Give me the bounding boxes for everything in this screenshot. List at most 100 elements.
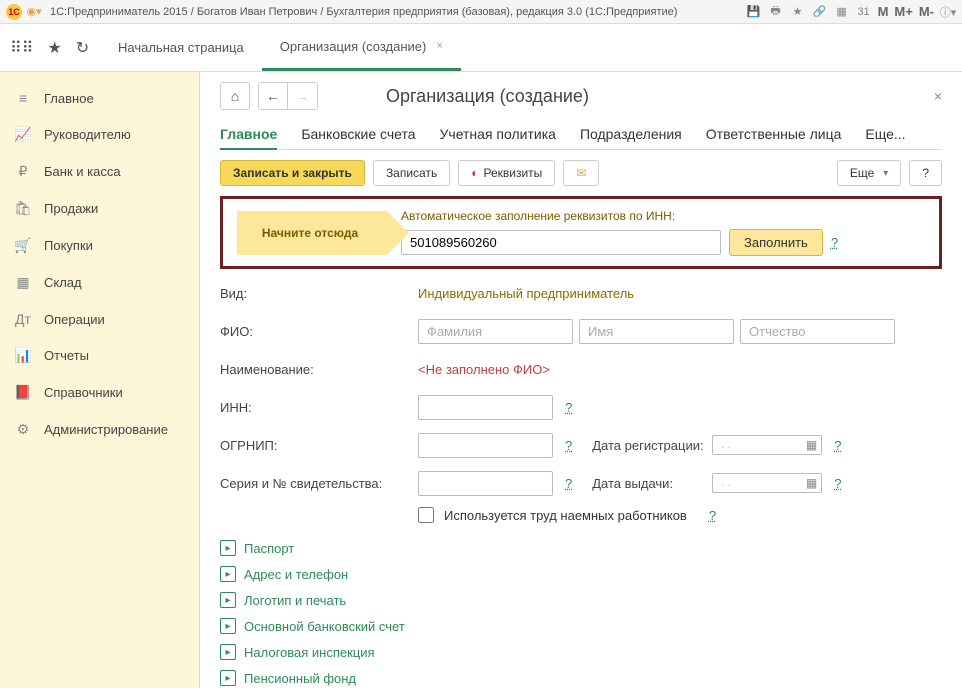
save-button[interactable]: Записать xyxy=(373,160,450,186)
employees-checkbox[interactable] xyxy=(418,507,434,523)
close-icon[interactable]: × xyxy=(436,40,442,52)
dropdown-icon[interactable]: ◉▾ xyxy=(26,4,42,20)
link-icon[interactable]: 🔗 xyxy=(812,4,828,20)
save-close-button[interactable]: Записать и закрыть xyxy=(220,160,365,186)
subnav-divisions[interactable]: Подразделения xyxy=(580,120,682,149)
expander-bank[interactable]: ▸ Основной банковский счет xyxy=(220,613,942,639)
requisites-button[interactable]: ◐Реквизиты xyxy=(458,160,555,186)
bag-icon: 🛍 xyxy=(14,200,32,217)
print-icon[interactable]: 🖶 xyxy=(768,4,784,20)
highlight-box: Начните отсюда Автоматическое заполнение… xyxy=(220,196,942,269)
sidebar-item-operations[interactable]: ДтОперации xyxy=(0,301,199,337)
cert-label: Серия и № свидетельства: xyxy=(220,476,418,491)
info-icon[interactable]: ⓘ▾ xyxy=(940,4,956,20)
chevron-right-icon: ▸ xyxy=(220,618,236,634)
expander-logo[interactable]: ▸Логотип и печать xyxy=(220,587,942,613)
sidebar-item-main[interactable]: ≡Главное xyxy=(0,80,199,116)
calc-icon[interactable]: ▦ xyxy=(834,4,850,20)
fill-button[interactable]: Заполнить xyxy=(729,229,823,256)
help-icon[interactable]: ? xyxy=(709,508,716,523)
employees-label: Используется труд наемных работников xyxy=(444,508,687,523)
help-icon[interactable]: ? xyxy=(565,400,572,415)
sidebar-item-sales[interactable]: 🛍Продажи xyxy=(0,190,199,227)
expander-address[interactable]: ▸ Адрес и телефон xyxy=(220,561,942,587)
content: ⌂ ← → Организация (создание) × Главное Б… xyxy=(200,72,962,688)
expander-passport[interactable]: ▸Паспорт xyxy=(220,535,942,561)
app-icon: 1C xyxy=(6,4,22,20)
close-page-button[interactable]: × xyxy=(934,88,942,104)
help-icon[interactable]: ? xyxy=(831,235,838,250)
sidebar-item-label: Администрирование xyxy=(44,422,168,437)
ogrnip-input[interactable] xyxy=(418,433,553,458)
calendar-icon[interactable]: 31 xyxy=(856,4,872,20)
name-input[interactable] xyxy=(579,319,734,344)
help-button[interactable]: ? xyxy=(909,160,942,186)
surname-input[interactable] xyxy=(418,319,573,344)
grid-icon: ▦ xyxy=(14,274,32,291)
expander-label: Логотип и печать xyxy=(244,593,346,608)
save-icon[interactable]: 💾 xyxy=(746,4,762,20)
sidebar-item-label: Отчеты xyxy=(44,348,89,363)
issue-date-input[interactable]: . . ▦ xyxy=(712,473,822,493)
subnav-more[interactable]: Еще... xyxy=(865,120,905,149)
inn-input[interactable] xyxy=(418,395,553,420)
sidebar-item-label: Руководителю xyxy=(44,127,131,142)
apps-icon[interactable]: ⠿⠿ xyxy=(10,38,33,58)
m-button[interactable]: M xyxy=(878,4,889,19)
help-icon[interactable]: ? xyxy=(834,438,841,453)
date-placeholder: . . xyxy=(717,477,730,489)
help-icon[interactable]: ? xyxy=(565,438,572,453)
sidebar-item-warehouse[interactable]: ▦Склад xyxy=(0,264,199,301)
favorite-icon[interactable]: ★ xyxy=(790,4,806,20)
titlebar: 1C ◉▾ 1С:Предприниматель 2015 / Богатов … xyxy=(0,0,962,24)
expander-pension[interactable]: ▸ Пенсионный фонд xyxy=(220,665,942,688)
bar-icon: 📊 xyxy=(14,347,32,364)
subnav-responsible[interactable]: Ответственные лица xyxy=(706,120,842,149)
reg-date-input[interactable]: . . ▦ xyxy=(712,435,822,455)
tab-home[interactable]: Начальная страница xyxy=(100,24,262,71)
m-plus-button[interactable]: M+ xyxy=(894,4,912,19)
more-button[interactable]: Еще xyxy=(837,160,901,186)
subnav-bank-accounts[interactable]: Банковские счета xyxy=(301,120,415,149)
help-icon[interactable]: ? xyxy=(565,476,572,491)
chevron-right-icon: ▸ xyxy=(220,670,236,686)
forward-button[interactable]: → xyxy=(288,82,318,110)
sidebar: ≡Главное 📈Руководителю ₽Банк и касса 🛍Пр… xyxy=(0,72,200,688)
subnav-accounting-policy[interactable]: Учетная политика xyxy=(440,120,556,149)
history-icon[interactable]: ↻ xyxy=(76,38,89,58)
expander-label: Адрес и телефон xyxy=(244,567,348,582)
star-icon[interactable]: ★ xyxy=(47,38,61,58)
sidebar-item-reports[interactable]: 📊 Отчеты xyxy=(0,337,199,374)
tab-organization[interactable]: Организация (создание) × xyxy=(262,24,461,71)
expander-label: Пенсионный фонд xyxy=(244,671,356,686)
subnav-main[interactable]: Главное xyxy=(220,120,277,150)
sidebar-item-label: Операции xyxy=(44,312,105,327)
vid-value[interactable]: Индивидуальный предприниматель xyxy=(418,286,634,301)
mail-button[interactable]: ✉ xyxy=(563,160,599,186)
start-here-arrow: Начните отсюда xyxy=(237,211,387,255)
sidebar-item-bank[interactable]: ₽Банк и касса xyxy=(0,153,199,190)
calendar-icon[interactable]: ▦ xyxy=(806,476,817,490)
start-here-label: Начните отсюда xyxy=(262,226,358,240)
date-placeholder: . . xyxy=(717,439,730,451)
name-value: <Не заполнено ФИО> xyxy=(418,362,550,377)
back-button[interactable]: ← xyxy=(258,82,288,110)
inn-autofill-input[interactable] xyxy=(401,230,721,255)
help-icon[interactable]: ? xyxy=(834,476,841,491)
reg-date-label: Дата регистрации: xyxy=(592,438,712,453)
calendar-icon[interactable]: ▦ xyxy=(806,438,817,452)
menu-icon: ≡ xyxy=(14,90,32,106)
expander-label: Основной банковский счет xyxy=(244,619,405,634)
sidebar-item-manager[interactable]: 📈Руководителю xyxy=(0,116,199,153)
home-button[interactable]: ⌂ xyxy=(220,82,250,110)
topbar: ⠿⠿ ★ ↻ Начальная страница Организация (с… xyxy=(0,24,962,72)
sidebar-item-directories[interactable]: 📕Справочники xyxy=(0,374,199,411)
sidebar-item-purchases[interactable]: 🛒Покупки xyxy=(0,227,199,264)
expander-label: Паспорт xyxy=(244,541,294,556)
chevron-right-icon: ▸ xyxy=(220,566,236,582)
patronymic-input[interactable] xyxy=(740,319,895,344)
m-minus-button[interactable]: M- xyxy=(919,4,934,19)
cert-input[interactable] xyxy=(418,471,553,496)
expander-tax[interactable]: ▸Налоговая инспекция xyxy=(220,639,942,665)
sidebar-item-admin[interactable]: ⚙Администрирование xyxy=(0,411,199,448)
